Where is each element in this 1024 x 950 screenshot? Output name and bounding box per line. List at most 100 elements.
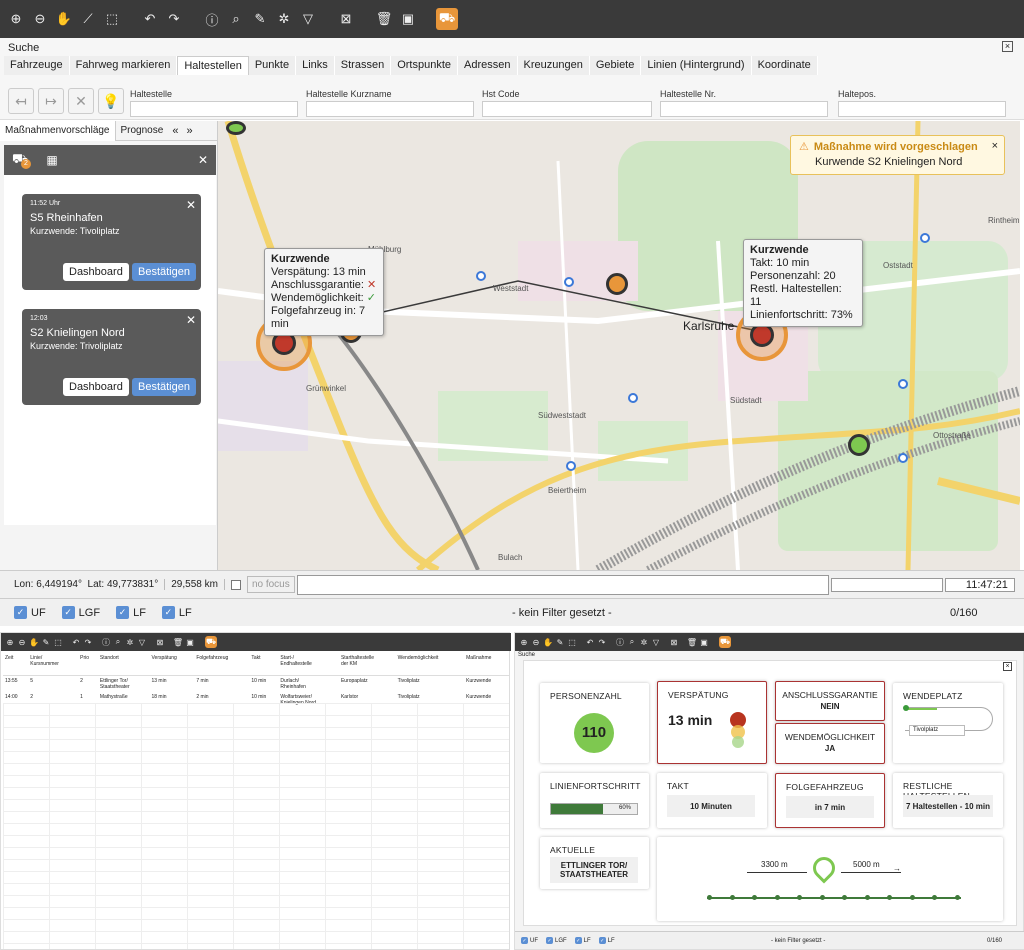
haltepos-input[interactable] [838,101,1006,117]
chevron-right-icon[interactable]: » [182,125,196,137]
redo-icon[interactable]: ↷ [597,632,607,652]
hst-code-input[interactable] [482,101,652,117]
ruler-icon[interactable]: ⟋ [78,9,98,29]
tab-fahrweg-markieren[interactable]: Fahrweg markieren [69,56,178,75]
tab-fahrzeuge[interactable]: Fahrzeuge [4,56,70,75]
haltestelle-nr-input[interactable] [660,101,828,117]
lf2-checkbox[interactable]: ✓ LF [161,606,192,619]
search-icon[interactable]: ⌕ [113,632,123,652]
tab-adressen[interactable]: Adressen [458,56,518,75]
buses-icon[interactable]: ⛟ [436,8,458,30]
column-header[interactable]: Wendemöglichkeit [395,653,465,676]
select-rect-icon[interactable]: ⬚ [567,632,577,652]
uf-checkbox[interactable]: ✓ UF [521,937,538,944]
dashboard-button[interactable]: Dashboard [63,378,129,396]
tab-kreuzungen[interactable]: Kreuzungen [517,56,590,75]
stop-marker[interactable] [566,461,576,471]
stop-marker[interactable] [898,453,908,463]
back-icon[interactable]: ↤ [8,88,34,114]
close-icon[interactable]: ✕ [198,153,208,167]
trash-icon[interactable]: 🗑 [374,9,394,29]
pencil-icon[interactable]: ✎ [41,632,51,652]
settings-icon[interactable]: ✲ [639,632,649,652]
tab-gebiete[interactable]: Gebiete [589,56,642,75]
vehicle-marker[interactable] [226,121,246,135]
undo-icon[interactable]: ↶ [140,9,160,29]
zoom-out-icon[interactable]: ⊖ [531,632,541,652]
buses-icon[interactable]: ⛟ [205,636,217,648]
vehicle-marker[interactable] [848,434,870,456]
lgf-checkbox[interactable]: ✓ LGF [546,937,567,944]
pan-hand-icon[interactable]: ✋ [543,632,553,652]
pan-hand-icon[interactable]: ✋ [29,632,39,652]
column-header[interactable]: Standort [97,653,150,676]
column-header[interactable]: Start-/ Endhaltestelle [278,653,339,676]
tab-haltestellen[interactable]: Haltestellen [177,56,249,75]
column-header[interactable]: Zeit [3,653,29,676]
close-icon[interactable]: ✕ [186,198,196,212]
select-rect-icon[interactable]: ⬚ [53,632,63,652]
undo-icon[interactable]: ↶ [71,632,81,652]
table-row[interactable]: 13:55 5 2 Ettlinger Tor/ Staatstheater 13 mi… [3,675,509,692]
table-icon[interactable]: ▦ [46,153,57,167]
stop-marker[interactable] [564,277,574,287]
zoom-in-icon[interactable]: ⊕ [519,632,529,652]
tab-ortspunkte[interactable]: Ortspunkte [391,56,459,75]
vehicle-marker[interactable] [606,273,628,295]
filter-icon[interactable]: ▽ [651,632,661,652]
focus-checkbox[interactable] [230,579,241,590]
bus-icon[interactable]: ▣ [185,632,195,652]
lf-checkbox[interactable]: ✓ LF [574,937,591,944]
haltestelle-input[interactable] [130,101,298,117]
column-header[interactable]: Takt [249,653,279,676]
zoom-out-icon[interactable]: ⊖ [17,632,27,652]
close-icon[interactable]: × [992,140,998,152]
column-header[interactable]: Verspätung [149,653,195,676]
info-icon[interactable]: ⓘ [101,632,111,652]
suggestion-card[interactable]: 12:03 S2 Knielingen Nord Kurzwende: Triv… [22,309,201,405]
buses-icon[interactable]: ⛟ [719,636,731,648]
dashboard-button[interactable]: Dashboard [63,263,129,281]
info-icon[interactable]: ⓘ [202,9,222,29]
kurzname-input[interactable] [306,101,474,117]
select-rect-icon[interactable]: ⬚ [102,9,122,29]
lgf-checkbox[interactable]: ✓ LGF [61,606,100,619]
settings-icon[interactable]: ✲ [274,9,294,29]
stop-marker[interactable] [920,233,930,243]
pencil-icon[interactable]: ✎ [555,632,565,652]
layers-icon[interactable]: ⊠ [669,632,679,652]
vehicles-icon[interactable]: ⛟ 2 [12,151,31,169]
focus-field[interactable]: no focus [246,576,295,593]
tab-koordinate[interactable]: Koordinate [751,56,818,75]
zoom-in-icon[interactable]: ⊕ [6,9,26,29]
trash-icon[interactable]: 🗑 [687,632,697,652]
suggestion-card[interactable]: 11:52 Uhr S5 Rheinhafen Kurzwende: Tivol… [22,194,201,290]
confirm-button[interactable]: Bestätigen [132,263,196,281]
zoom-in-icon[interactable]: ⊕ [5,632,15,652]
tab-strassen[interactable]: Strassen [334,56,392,75]
chevron-left-icon[interactable]: « [168,125,182,137]
undo-icon[interactable]: ↶ [585,632,595,652]
tab-linien-hintergrund[interactable]: Linien (Hintergrund) [641,56,752,75]
pencil-icon[interactable]: ✎ [250,9,270,29]
search-icon[interactable]: ⌕ [627,632,637,652]
forward-icon[interactable]: ↦ [38,88,64,114]
status-input-2[interactable] [830,577,943,592]
stop-marker[interactable] [628,393,638,403]
pan-hand-icon[interactable]: ✋ [54,9,74,29]
column-header[interactable]: Prio [78,653,98,676]
info-icon[interactable]: ⓘ [615,632,625,652]
tab-massnahmenvorschlaege[interactable]: Maßnahmenvorschläge [0,120,116,141]
stop-marker[interactable] [898,379,908,389]
status-input[interactable] [296,574,829,595]
tab-prognose[interactable]: Prognose [116,125,169,136]
layers-icon[interactable]: ⊠ [336,9,356,29]
close-icon[interactable]: × [1003,662,1012,671]
column-header[interactable]: Folgefahrzeug [194,653,250,676]
map-view[interactable]: Mühlburg Weststadt Karlsruhe Grünwinkel … [218,121,1020,570]
trash-icon[interactable]: 🗑 [173,632,183,652]
column-header[interactable]: Maßnahme [464,653,509,676]
redo-icon[interactable]: ↷ [83,632,93,652]
close-icon[interactable]: ✕ [186,313,196,327]
settings-icon[interactable]: ✲ [125,632,135,652]
